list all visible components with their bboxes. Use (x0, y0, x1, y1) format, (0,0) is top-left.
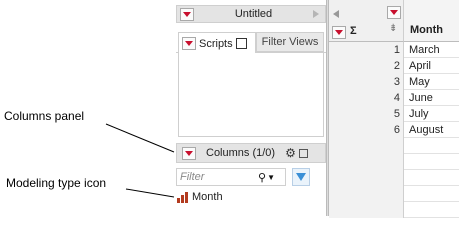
tab-scripts[interactable]: Scripts (178, 32, 256, 54)
empty-row[interactable] (329, 138, 459, 154)
sigma-icon[interactable]: Σ (350, 25, 357, 37)
table-row[interactable]: 3 May (329, 74, 459, 90)
cell-month[interactable]: July (404, 106, 459, 122)
panel-tabs: Scripts Filter Views (176, 29, 326, 54)
scripts-area (178, 53, 324, 137)
grid-red-triangle-menu-rows[interactable] (332, 26, 346, 39)
column-header-month[interactable]: Month (404, 0, 459, 42)
columns-panel-header: Columns (1/0) ⚙ (176, 143, 326, 163)
columns-red-triangle-menu[interactable] (182, 146, 196, 160)
row-number[interactable]: 4 (329, 90, 404, 106)
table-title: Untitled (234, 8, 273, 20)
cell-month[interactable]: August (404, 122, 459, 138)
empty-row[interactable] (329, 154, 459, 170)
chevron-down-icon[interactable]: ▼ (267, 173, 275, 182)
modeling-type-icon-callout: Modeling type icon (6, 176, 107, 190)
tab-filter-views[interactable]: Filter Views (256, 32, 324, 52)
row-number[interactable]: 3 (329, 74, 404, 90)
table-row[interactable]: 4 June (329, 90, 459, 106)
scripts-red-triangle-menu[interactable] (182, 37, 196, 50)
left-panels: Untitled Scripts Filter Views Columns (1… (176, 0, 326, 216)
row-number[interactable]: 5 (329, 106, 404, 122)
table-red-triangle-menu[interactable] (180, 7, 194, 21)
columns-panel-title: Columns (1/0) (206, 147, 276, 159)
table-row[interactable]: 6 August (329, 122, 459, 138)
empty-row[interactable] (329, 202, 459, 218)
filter-funnel-icon[interactable] (292, 168, 310, 186)
column-filter-box: ⚲ ▼ (176, 168, 286, 186)
sort-icon[interactable]: ⇟ (389, 23, 397, 34)
table-panel-header: Untitled (176, 5, 326, 23)
cell-month[interactable]: April (404, 58, 459, 74)
row-number[interactable]: 2 (329, 58, 404, 74)
scripts-checkbox[interactable] (235, 38, 247, 49)
table-row[interactable]: 5 July (329, 106, 459, 122)
cell-month[interactable]: March (404, 42, 459, 58)
table-row[interactable]: 2 April (329, 58, 459, 74)
grid-red-triangle-menu-top[interactable] (387, 6, 401, 19)
column-name: Month (192, 191, 223, 203)
cell-month[interactable]: May (404, 74, 459, 90)
cell-month[interactable]: June (404, 90, 459, 106)
columns-panel-callout: Columns panel (4, 109, 85, 123)
square-icon[interactable] (298, 148, 308, 158)
table-row[interactable]: 1 March (329, 42, 459, 58)
row-number[interactable]: 6 (329, 122, 404, 138)
search-icon[interactable]: ⚲ (258, 171, 266, 184)
empty-row[interactable] (329, 170, 459, 186)
ordinal-icon (177, 191, 189, 203)
tab-scripts-label: Scripts (199, 37, 233, 50)
tab-filter-views-label: Filter Views (261, 36, 319, 48)
collapse-arrow-icon[interactable] (333, 10, 339, 18)
grid-corner: Σ ⇟ (329, 0, 404, 42)
column-list-item[interactable]: Month (177, 191, 223, 203)
column-settings-icon[interactable]: ⚙ (285, 146, 296, 160)
column-filter-input[interactable] (180, 171, 258, 183)
empty-row[interactable] (329, 186, 459, 202)
data-grid: Σ ⇟ Month 1 March 2 April 3 May 4 June 5… (329, 0, 459, 218)
play-icon[interactable] (313, 10, 319, 18)
row-number[interactable]: 1 (329, 42, 404, 58)
